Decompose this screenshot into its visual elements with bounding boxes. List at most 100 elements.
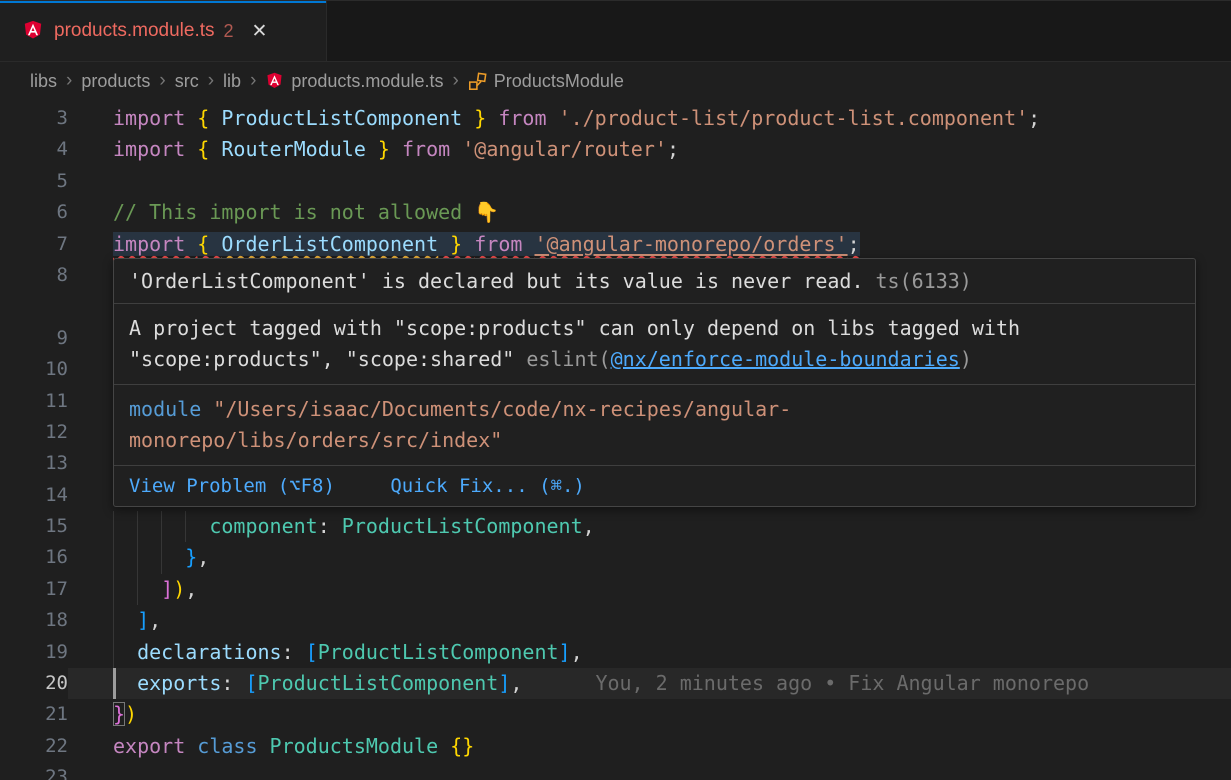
line-number[interactable]: 23 <box>0 762 68 780</box>
breadcrumb-item-symbol[interactable]: ProductsModule <box>468 71 624 92</box>
code-line[interactable]: 21}) <box>0 699 1231 730</box>
code-line[interactable]: 22export class ProductsModule {} <box>0 731 1231 762</box>
tab-products-module[interactable]: products.module.ts 2 ✕ <box>0 1 327 61</box>
line-number[interactable]: 22 <box>0 731 68 762</box>
code-token: , <box>583 514 595 538</box>
indent-guide <box>185 511 186 542</box>
eslint-rule-link[interactable]: @nx/enforce-module-boundaries <box>611 347 960 371</box>
angular-file-icon <box>265 71 284 92</box>
eslint-source-suffix: ) <box>960 347 972 371</box>
symbol-class-icon <box>468 71 487 92</box>
breadcrumb-file-label: products.module.ts <box>291 71 443 92</box>
code-token: ) <box>125 702 137 726</box>
indent-guide <box>161 542 162 573</box>
line-number[interactable]: 4 <box>0 134 68 165</box>
line-number[interactable]: 11 <box>0 386 68 417</box>
code-line[interactable]: 5 <box>0 166 1231 197</box>
chevron-right-icon: › <box>66 70 72 92</box>
line-number[interactable]: 21 <box>0 699 68 730</box>
line-number[interactable]: 8 <box>0 260 68 291</box>
git-blame-annotation: You, 2 minutes ago • Fix Angular monorep… <box>595 671 1089 695</box>
line-number[interactable]: 6 <box>0 197 68 228</box>
code-line[interactable]: 23 <box>0 762 1231 780</box>
code-line[interactable]: 3import { ProductListComponent } from '.… <box>0 103 1231 134</box>
code-token: import <box>113 232 197 256</box>
code-token: { <box>197 232 221 256</box>
code-token: export <box>113 734 197 758</box>
code-token: // This import is not allowed <box>113 200 474 224</box>
line-number[interactable]: 18 <box>0 605 68 636</box>
breadcrumb-item-products[interactable]: products <box>81 71 150 92</box>
code-editor: 3 import { ProductListComponent } from '.… <box>0 100 1231 780</box>
indent-guide <box>113 605 114 636</box>
line-number[interactable]: 5 <box>0 166 68 197</box>
line-number[interactable]: 12 <box>0 417 68 448</box>
line-number[interactable]: 3 <box>0 103 68 134</box>
line-number[interactable]: 15 <box>0 511 68 542</box>
code-token: component <box>113 514 318 538</box>
indent-guide <box>137 574 138 605</box>
code-token: : <box>318 514 342 538</box>
module-keyword: module <box>129 397 201 421</box>
code-token: ProductListComponent <box>318 640 559 664</box>
code-token: ; <box>667 137 679 161</box>
code-token: ] <box>498 671 510 695</box>
indent-guide <box>113 511 114 542</box>
breadcrumb-item-file[interactable]: products.module.ts <box>265 71 443 92</box>
code-token: '@angular/router' <box>462 137 667 161</box>
code-line[interactable]: 17 ]), <box>0 574 1231 605</box>
breadcrumb-item-libs[interactable]: libs <box>30 71 57 92</box>
line-number[interactable]: 10 <box>0 354 68 385</box>
code-token: exports <box>113 671 221 695</box>
indent-guide <box>113 542 114 573</box>
eslint-message-line1: A project tagged with "scope:products" c… <box>129 313 1180 344</box>
breadcrumb-item-src[interactable]: src <box>175 71 199 92</box>
indent-guide <box>137 511 138 542</box>
code-token: ] <box>161 577 173 601</box>
code-token: './product-list/product-list.component' <box>559 106 1029 130</box>
view-problem-action[interactable]: View Problem (⌥F8) <box>129 475 335 497</box>
breadcrumb: libs › products › src › lib › products.m… <box>0 62 1231 100</box>
code-token: ProductListComponent <box>342 514 583 538</box>
code-token: : <box>282 640 306 664</box>
code-line[interactable]: 6 // This import is not allowed 👇 <box>0 197 1231 228</box>
hover-eslint-diagnostic: A project tagged with "scope:products" c… <box>114 304 1195 385</box>
line-number[interactable] <box>0 291 68 322</box>
line-number[interactable]: 20 <box>0 668 68 699</box>
code-token: { <box>197 137 221 161</box>
line-number[interactable]: 7 <box>0 229 68 260</box>
code-token: 👇 <box>474 200 499 224</box>
angular-file-icon <box>22 19 44 43</box>
code-line[interactable]: 20 exports: [ProductListComponent],You, … <box>0 668 1231 699</box>
code-token: : <box>221 671 245 695</box>
code-token: ) <box>173 577 185 601</box>
code-token: from <box>498 106 558 130</box>
close-tab-icon[interactable]: ✕ <box>252 20 268 43</box>
code-token: ProductsModule <box>270 734 451 758</box>
line-number[interactable]: 16 <box>0 542 68 573</box>
line-number[interactable]: 14 <box>0 480 68 511</box>
code-line[interactable]: 15 component: ProductListComponent, <box>0 511 1231 542</box>
eslint-message-line2: "scope:products", "scope:shared" <box>129 347 514 371</box>
line-number[interactable]: 17 <box>0 574 68 605</box>
code-token: } <box>366 137 402 161</box>
code-line[interactable]: 18 ], <box>0 605 1231 636</box>
code-token: ; <box>1028 106 1040 130</box>
line-number[interactable]: 13 <box>0 448 68 479</box>
code-token: OrderListComponent <box>221 232 438 256</box>
code-line[interactable]: 16 }, <box>0 542 1231 573</box>
code-token: ProductListComponent <box>258 671 499 695</box>
chevron-right-icon: › <box>208 70 214 92</box>
line-number[interactable]: 9 <box>0 323 68 354</box>
quick-fix-action[interactable]: Quick Fix... (⌘.) <box>390 475 584 497</box>
code-token: class <box>197 734 269 758</box>
code-token <box>113 545 185 569</box>
code-line[interactable]: 7import { OrderListComponent } from '@an… <box>0 229 1231 260</box>
code-line[interactable]: 4import { RouterModule } from '@angular/… <box>0 134 1231 165</box>
code-line[interactable]: 19 declarations: [ProductListComponent], <box>0 637 1231 668</box>
tab-bar: products.module.ts 2 ✕ <box>0 0 1231 62</box>
line-number[interactable]: 19 <box>0 637 68 668</box>
code-token: , <box>185 577 197 601</box>
code-token: import <box>113 137 197 161</box>
breadcrumb-item-lib[interactable]: lib <box>223 71 241 92</box>
